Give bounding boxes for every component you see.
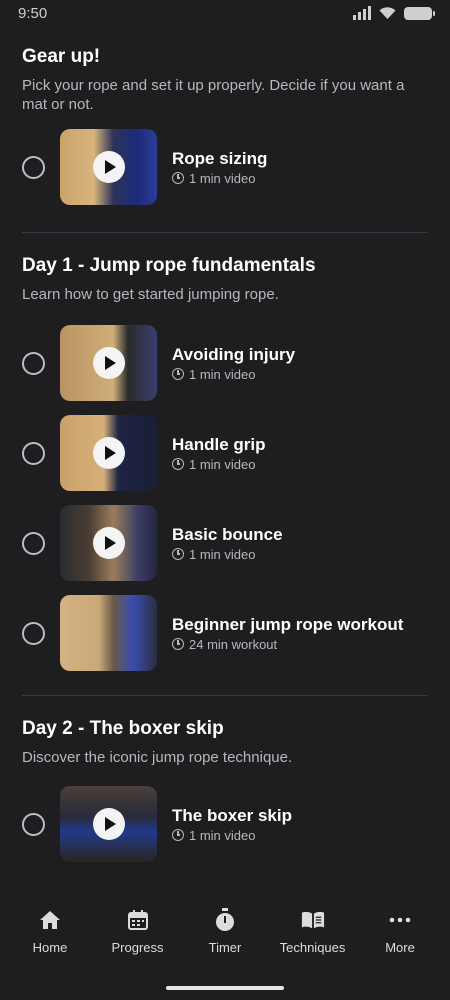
video-thumbnail[interactable] — [60, 129, 157, 205]
lesson-list: Gear up! Pick your rope and set it up pr… — [0, 26, 450, 869]
clock-icon — [172, 458, 184, 470]
completion-radio[interactable] — [22, 441, 45, 465]
video-thumbnail[interactable] — [60, 505, 157, 581]
lesson-boxer-skip[interactable]: The boxer skip 1 min video — [0, 779, 450, 869]
completion-radio[interactable] — [22, 812, 45, 836]
video-thumbnail[interactable] — [60, 415, 157, 491]
status-bar: 9:50 — [0, 0, 450, 26]
battery-icon — [404, 6, 435, 20]
nav-more[interactable]: More — [358, 898, 442, 955]
nav-progress[interactable]: Progress — [96, 898, 180, 955]
lesson-duration: 1 min video — [189, 170, 256, 186]
lesson-title: Rope sizing — [172, 148, 268, 168]
section-day-2: Day 2 - The boxer skip Discover the icon… — [0, 696, 450, 767]
lesson-title: Avoiding injury — [172, 344, 296, 364]
completion-radio[interactable] — [22, 351, 45, 375]
nav-label: Home — [32, 940, 68, 955]
lesson-title: Basic bounce — [172, 524, 283, 544]
lesson-meta: 24 min workout — [172, 637, 403, 652]
section-description: Learn how to get started jumping rope. — [22, 286, 279, 303]
bottom-nav: Home Progress Timer Techniques More — [0, 898, 450, 1000]
home-indicator[interactable] — [166, 986, 284, 990]
completion-radio[interactable] — [22, 531, 45, 555]
lesson-duration: 24 min workout — [189, 636, 278, 652]
status-icons — [353, 6, 435, 20]
book-icon — [301, 908, 325, 932]
section-description: Discover the iconic jump rope technique. — [22, 749, 293, 766]
signal-icon — [353, 6, 371, 20]
clock-icon — [172, 829, 184, 841]
play-icon[interactable] — [92, 808, 125, 840]
status-time: 9:50 — [18, 4, 48, 22]
lesson-meta: 1 min video — [172, 828, 292, 843]
play-icon[interactable] — [92, 527, 125, 559]
video-thumbnail[interactable] — [60, 325, 157, 401]
nav-label: Progress — [111, 940, 164, 955]
clock-icon — [172, 368, 184, 380]
wifi-icon — [379, 6, 396, 19]
nav-techniques[interactable]: Techniques — [271, 898, 355, 955]
lesson-duration: 1 min video — [189, 827, 256, 843]
lesson-avoiding-injury[interactable]: Avoiding injury 1 min video — [0, 318, 450, 408]
lesson-duration: 1 min video — [189, 456, 256, 472]
nav-home[interactable]: Home — [8, 898, 92, 955]
play-icon[interactable] — [92, 151, 125, 183]
lesson-title: Beginner jump rope workout — [172, 614, 404, 634]
lesson-meta: 1 min video — [172, 171, 267, 186]
lesson-meta: 1 min video — [172, 367, 295, 382]
nav-timer[interactable]: Timer — [183, 898, 267, 955]
lesson-beginner-workout[interactable]: Beginner jump rope workout 24 min workou… — [0, 588, 450, 678]
lesson-handle-grip[interactable]: Handle grip 1 min video — [0, 408, 450, 498]
section-title: Gear up! — [22, 46, 101, 67]
video-thumbnail[interactable] — [60, 786, 157, 862]
play-icon[interactable] — [92, 437, 125, 469]
lesson-meta: 1 min video — [172, 457, 266, 472]
lesson-title: Handle grip — [172, 434, 266, 454]
section-description: Pick your rope and set it up properly. D… — [22, 77, 405, 113]
lesson-title: The boxer skip — [172, 805, 292, 825]
play-icon[interactable] — [92, 347, 125, 379]
section-title: Day 2 - The boxer skip — [22, 718, 224, 739]
clock-icon — [172, 172, 184, 184]
lesson-basic-bounce[interactable]: Basic bounce 1 min video — [0, 498, 450, 588]
clock-icon — [172, 638, 184, 650]
completion-radio[interactable] — [22, 155, 45, 179]
stopwatch-icon — [213, 908, 237, 932]
section-gear-up: Gear up! Pick your rope and set it up pr… — [0, 26, 450, 114]
calendar-icon — [126, 908, 150, 932]
home-icon — [38, 908, 62, 932]
clock-icon — [172, 548, 184, 560]
more-icon — [388, 908, 412, 932]
section-day-1: Day 1 - Jump rope fundamentals Learn how… — [0, 233, 450, 304]
lesson-duration: 1 min video — [189, 546, 256, 562]
lesson-duration: 1 min video — [189, 366, 256, 382]
nav-label: Timer — [208, 940, 242, 955]
section-title: Day 1 - Jump rope fundamentals — [22, 255, 316, 276]
video-thumbnail[interactable] — [60, 595, 157, 671]
nav-label: Techniques — [279, 940, 346, 955]
completion-radio[interactable] — [22, 621, 45, 645]
lesson-rope-sizing[interactable]: Rope sizing 1 min video — [0, 122, 450, 212]
nav-label: More — [385, 940, 415, 955]
lesson-meta: 1 min video — [172, 547, 283, 562]
